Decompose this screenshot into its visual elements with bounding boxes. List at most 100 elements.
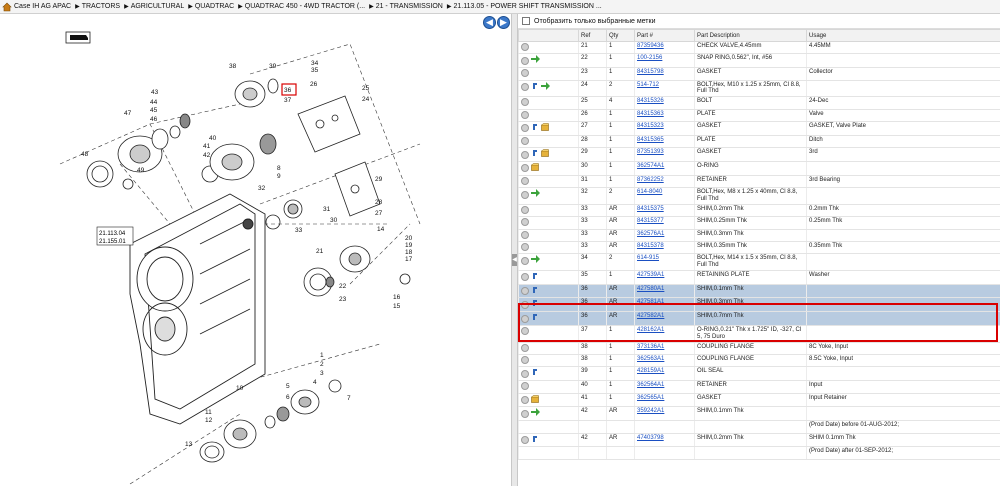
package-icon[interactable] xyxy=(531,163,539,174)
replacement-arrow-icon[interactable] xyxy=(531,408,540,419)
table-row[interactable]: 24 2 514-712 BOLT,Hex, M10 x 1.25 x 25mm, C… xyxy=(518,80,1000,98)
callout-45[interactable]: 45 xyxy=(150,107,158,114)
service-kit-icon[interactable] xyxy=(531,435,539,446)
table-row[interactable]: 27 1 84315323 GASKET GASKET, Valve Plate xyxy=(518,121,1000,136)
breadcrumb-item[interactable]: QUADTRAC xyxy=(195,3,234,10)
table-row[interactable]: 33 AR 84315375 SHIM,0.2mm Thk 0.2mm Thk xyxy=(518,204,1000,218)
breadcrumb-item[interactable]: AGRICULTURAL xyxy=(131,3,185,10)
callout-35[interactable]: 35 xyxy=(311,67,319,74)
add-to-cart-icon[interactable] xyxy=(521,343,529,352)
table-row[interactable]: 31 1 87362252 RETAINER 3rd Bearing xyxy=(518,175,1000,189)
replacement-arrow-icon[interactable] xyxy=(541,81,550,93)
table-row[interactable]: 42 AR 47403798 SHIM,0.2mm Thk SHIM 0.1mm Thk xyxy=(518,433,1000,448)
callout-40[interactable]: 40 xyxy=(209,135,217,142)
table-row[interactable]: 38 1 373136A1 COUPLING FLANGE 8C Yoke, Input xyxy=(518,342,1000,356)
replacement-arrow-icon[interactable] xyxy=(531,55,540,66)
part-number-link[interactable]: 428159A1 xyxy=(637,368,664,374)
add-to-cart-icon[interactable] xyxy=(521,273,529,282)
add-to-cart-icon[interactable] xyxy=(521,124,529,133)
table-row[interactable]: 37 1 428162A1 O-RING,0.21" Thk x 1.725" ID,… xyxy=(518,325,1000,343)
add-to-cart-icon[interactable] xyxy=(521,164,529,173)
callout-37[interactable]: 37 xyxy=(284,97,292,104)
table-row[interactable]: 33 AR 362576A1 SHIM,0.3mm Thk xyxy=(518,229,1000,242)
callout-25[interactable]: 25 xyxy=(362,85,370,92)
part-number-link[interactable]: 514-712 xyxy=(637,82,659,88)
callout-30[interactable]: 30 xyxy=(330,217,338,224)
column-header-usage[interactable]: Usage xyxy=(806,29,1000,42)
part-number-link[interactable]: 84315365 xyxy=(637,137,664,143)
service-kit-icon[interactable] xyxy=(531,272,539,283)
breadcrumb-item[interactable]: QUADTRAC 450 - 4WD TRACTOR (... xyxy=(245,3,365,10)
table-row[interactable]: 32 2 614-8040 BOLT,Hex, M8 x 1.25 x 40mm, C… xyxy=(518,187,1000,205)
add-to-cart-icon[interactable] xyxy=(521,56,529,65)
replacement-arrow-icon[interactable] xyxy=(531,189,540,200)
callout-49[interactable]: 49 xyxy=(137,167,145,174)
callout-3[interactable]: 3 xyxy=(320,370,324,377)
table-row[interactable]: 41 1 362565A1 GASKET Input Retainer xyxy=(518,393,1000,408)
next-page-button[interactable]: ▶ xyxy=(497,16,510,29)
collapse-arrow-icon[interactable]: ◀ xyxy=(512,254,517,266)
part-number-link[interactable]: 84315798 xyxy=(637,69,664,75)
part-number-link[interactable]: 362565A1 xyxy=(637,395,664,401)
part-number-link[interactable]: 362576A1 xyxy=(637,231,664,237)
truck-icon[interactable] xyxy=(65,31,91,44)
part-number-link[interactable]: 359242A1 xyxy=(637,408,664,414)
exploded-parts-diagram[interactable]: 21.113.04 21.155.01 123456 7891011121314… xyxy=(0,14,511,486)
callout-7[interactable]: 7 xyxy=(347,395,351,402)
table-row[interactable]: 42 AR 359242A1 SHIM,0.1mm Thk xyxy=(518,406,1000,422)
part-number-link[interactable]: 373136A1 xyxy=(637,344,664,350)
add-to-cart-icon[interactable] xyxy=(521,136,529,145)
part-number-link[interactable]: 427580A1 xyxy=(637,286,664,292)
breadcrumb-item[interactable]: 21 - TRANSMISSION xyxy=(376,3,443,10)
callout-20[interactable]: 20 xyxy=(405,235,413,242)
service-kit-icon[interactable] xyxy=(531,82,539,93)
previous-page-button[interactable]: ◀ xyxy=(483,16,496,29)
service-kit-icon[interactable] xyxy=(531,149,539,160)
table-row[interactable]: 28 1 84315365 PLATE Ditch xyxy=(518,135,1000,149)
package-icon[interactable] xyxy=(541,149,549,160)
callout-23[interactable]: 23 xyxy=(339,296,347,303)
callout-11[interactable]: 11 xyxy=(205,409,212,416)
breadcrumb-item[interactable]: Case IH AG APAC xyxy=(14,3,71,10)
add-to-cart-icon[interactable] xyxy=(521,205,529,214)
home-icon[interactable] xyxy=(2,2,12,12)
add-to-cart-icon[interactable] xyxy=(521,98,529,107)
add-to-cart-icon[interactable] xyxy=(521,82,529,91)
callout-43[interactable]: 43 xyxy=(151,89,159,96)
callout-1[interactable]: 1 xyxy=(320,352,324,359)
breadcrumb-item[interactable]: 21.113.05 - POWER SHIFT TRANSMISSION ... xyxy=(454,3,602,10)
package-icon[interactable] xyxy=(541,123,549,134)
table-row[interactable]: 40 1 362564A1 RETAINER Input xyxy=(518,380,1000,394)
callout-5[interactable]: 5 xyxy=(286,383,290,390)
callout-18[interactable]: 18 xyxy=(405,249,413,256)
callout-36[interactable]: 36 xyxy=(284,87,292,94)
callout-33[interactable]: 33 xyxy=(295,227,303,234)
column-header-description[interactable]: Part Description xyxy=(694,29,807,42)
part-number-link[interactable]: 614-8040 xyxy=(637,189,662,195)
table-row[interactable]: 36 AR 427581A1 SHIM,0.3mm Thk xyxy=(518,297,1000,313)
add-to-cart-icon[interactable] xyxy=(521,150,529,159)
part-number-link[interactable]: 84315378 xyxy=(637,243,664,249)
callout-32[interactable]: 32 xyxy=(258,185,266,192)
table-row[interactable]: (Prod Date) before 01-AUG-2012; xyxy=(518,420,1000,434)
add-to-cart-icon[interactable] xyxy=(521,287,529,296)
table-row[interactable]: 29 1 87351393 GASKET 3rd xyxy=(518,147,1000,162)
part-number-link[interactable]: 87359436 xyxy=(637,43,664,49)
part-number-link[interactable]: 84315377 xyxy=(637,218,664,224)
callout-15[interactable]: 15 xyxy=(393,303,401,310)
table-row[interactable]: 33 AR 84315378 SHIM,0.35mm Thk 0.35mm Thk xyxy=(518,241,1000,255)
table-row[interactable]: (Prod Date) after 01-SEP-2012; xyxy=(518,446,1000,460)
add-to-cart-icon[interactable] xyxy=(521,218,529,227)
table-row[interactable]: 35 1 427539A1 RETAINING PLATE Washer xyxy=(518,270,1000,285)
add-to-cart-icon[interactable] xyxy=(521,300,529,309)
service-kit-icon[interactable] xyxy=(531,123,539,134)
callout-47[interactable]: 47 xyxy=(124,110,132,117)
part-number-link[interactable]: 428162A1 xyxy=(637,327,664,333)
callout-26[interactable]: 26 xyxy=(310,81,318,88)
add-to-cart-icon[interactable] xyxy=(521,369,529,378)
part-number-link[interactable]: 84315323 xyxy=(637,123,664,129)
show-selected-only-checkbox[interactable] xyxy=(522,17,530,25)
add-to-cart-icon[interactable] xyxy=(521,110,529,119)
add-to-cart-icon[interactable] xyxy=(521,356,529,365)
callout-12[interactable]: 12 xyxy=(205,417,213,424)
